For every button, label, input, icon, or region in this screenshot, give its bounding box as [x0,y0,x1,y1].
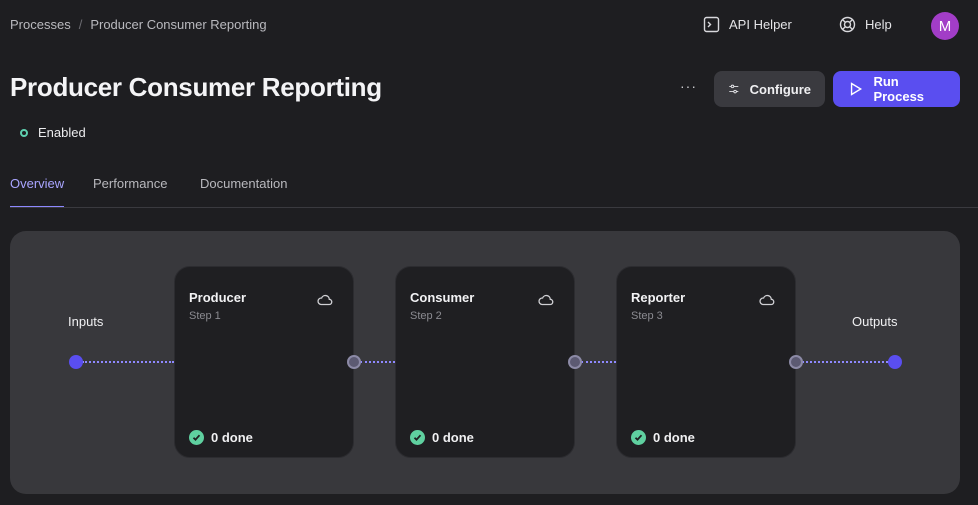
check-circle-icon [189,430,204,445]
node-done-status: 0 done [410,430,474,445]
page-title: Producer Consumer Reporting [10,72,382,102]
inputs-label: Inputs [68,314,104,329]
node-name: Producer [189,290,247,305]
producer-output-port[interactable] [347,355,361,369]
outputs-label: Outputs [852,314,898,329]
reporter-output-port[interactable] [789,355,803,369]
help-label: Help [865,17,892,32]
api-helper-link[interactable]: API Helper [703,16,792,33]
breadcrumb: Processes / Producer Consumer Reporting [10,17,267,32]
input-port[interactable] [69,355,83,369]
node-done-status: 0 done [189,430,253,445]
run-process-label: Run Process [873,74,925,104]
tabs-divider [10,207,978,208]
node-name: Reporter [631,290,686,305]
status-badge: Enabled [20,125,86,140]
edge-reporter-outputs [802,361,888,363]
consumer-output-port[interactable] [568,355,582,369]
node-done-count: 0 done [211,430,253,445]
check-circle-icon [631,430,646,445]
configure-label: Configure [749,81,811,97]
node-reporter[interactable]: Reporter Step 3 0 done [616,266,796,458]
node-step: Step 2 [410,310,442,322]
node-consumer[interactable]: Consumer Step 2 0 done [395,266,575,458]
node-done-count: 0 done [432,430,474,445]
edge-producer-consumer [360,361,395,363]
tab-documentation[interactable]: Documentation [200,176,287,191]
node-producer[interactable]: Producer Step 1 0 done [174,266,354,458]
node-step: Step 1 [189,310,221,322]
sliders-icon [729,84,739,94]
node-step: Step 3 [631,310,663,322]
node-name: Consumer [410,290,475,305]
more-options-button[interactable]: ··· [680,78,697,94]
api-helper-label: API Helper [729,17,792,32]
terminal-icon [703,16,720,33]
breadcrumb-processes-link[interactable]: Processes [10,17,71,32]
status-label: Enabled [38,125,86,140]
node-done-status: 0 done [631,430,695,445]
breadcrumb-separator: / [78,17,83,32]
node-done-count: 0 done [653,430,695,445]
cloud-icon [317,294,333,306]
edge-inputs-producer [82,361,174,363]
run-process-button[interactable]: Run Process [833,71,960,107]
configure-button[interactable]: Configure [714,71,825,107]
output-port[interactable] [888,355,902,369]
play-icon [850,82,863,96]
cloud-icon [538,294,554,306]
tab-overview[interactable]: Overview [10,176,64,191]
help-link[interactable]: Help [839,16,892,33]
cloud-icon [759,294,775,306]
tab-bar: Overview Performance Documentation [10,168,978,208]
status-dot-icon [20,128,28,137]
avatar[interactable]: M [931,12,959,40]
edge-consumer-reporter [581,361,616,363]
tab-performance[interactable]: Performance [93,176,167,191]
check-circle-icon [410,430,425,445]
top-bar: Processes / Producer Consumer Reporting … [0,0,978,52]
breadcrumb-current: Producer Consumer Reporting [90,17,267,32]
lifebuoy-icon [839,16,856,33]
